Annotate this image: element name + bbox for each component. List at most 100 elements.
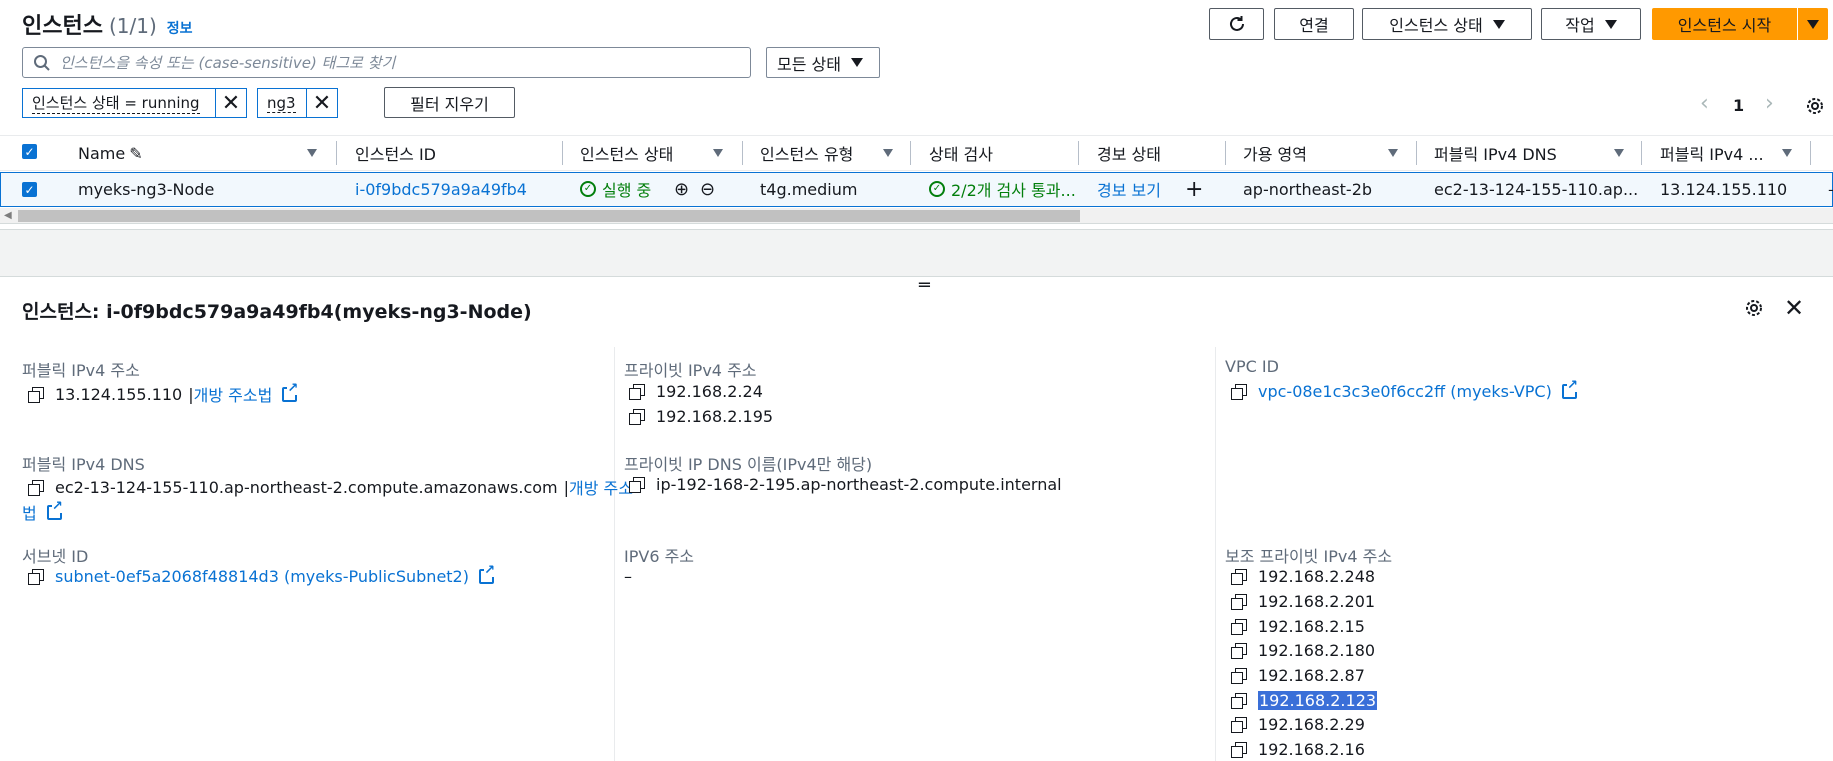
copy-icon[interactable] — [1231, 594, 1247, 610]
close-icon[interactable]: ✕ — [307, 89, 337, 117]
subnet-link[interactable]: subnet-0ef5a2068f48814d3 (myeks-PublicSu… — [55, 567, 469, 586]
filter-chip-label[interactable]: ng3 — [258, 89, 307, 117]
gear-icon[interactable] — [1806, 97, 1824, 115]
info-link[interactable]: 정보 — [167, 18, 193, 38]
cell-alarm-link[interactable]: 경보 보기 — [1097, 175, 1161, 203]
vpc-value: vpc-08e1c3c3e0f6cc2ff (myeks-VPC) — [1231, 379, 1578, 401]
instance-state-button[interactable]: 인스턴스 상태 — [1362, 8, 1532, 40]
copy-icon[interactable] — [1231, 569, 1247, 585]
zoom-out-icon[interactable]: ⊖ — [700, 175, 715, 203]
external-link-icon[interactable] — [46, 499, 63, 520]
gear-icon[interactable] — [1745, 299, 1763, 317]
scroll-left-icon[interactable]: ◀ — [4, 210, 12, 221]
secondary-ip-value: 192.168.2.29 — [1231, 715, 1365, 734]
caret-down-icon — [1492, 19, 1505, 29]
copy-icon[interactable] — [28, 569, 44, 585]
copy-icon[interactable] — [1231, 643, 1247, 659]
filter-chip-label[interactable]: 인스턴스 상태 = running — [23, 89, 216, 117]
copy-icon[interactable] — [1231, 668, 1247, 684]
external-link-icon[interactable] — [1561, 379, 1578, 399]
column-header-instance-type[interactable]: 인스턴스 유형 — [760, 136, 853, 170]
horizontal-scrollbar[interactable]: ◀ — [0, 208, 1833, 224]
secondary-ip-value: 192.168.2.248 — [1231, 567, 1375, 586]
scrollbar-thumb[interactable] — [18, 210, 1080, 222]
private-ip-value: 192.168.2.24 — [629, 382, 763, 401]
copy-icon[interactable] — [28, 386, 44, 403]
instance-count: (1/1) — [108, 14, 157, 38]
copy-icon[interactable] — [629, 477, 645, 493]
secondary-ip-value: 192.168.2.201 — [1231, 592, 1375, 611]
close-icon[interactable]: ✕ — [216, 89, 246, 117]
connect-button[interactable]: 연결 — [1274, 8, 1354, 40]
open-address-link[interactable]: 개방 주소법 — [194, 382, 273, 406]
column-header-public-ip[interactable]: 퍼블릭 IPv4 ... — [1660, 136, 1764, 170]
column-header-name[interactable]: Name ✎ — [78, 136, 143, 170]
cell-state: ✓ 실행 중 — [580, 175, 651, 203]
copy-icon[interactable] — [1231, 742, 1247, 758]
copy-icon[interactable] — [28, 479, 44, 496]
connect-label: 연결 — [1299, 16, 1329, 35]
open-address-link-cont[interactable]: 법 — [22, 500, 37, 524]
column-header-public-dns[interactable]: 퍼블릭 IPv4 DNS — [1434, 136, 1557, 170]
column-header-instance-state[interactable]: 인스턴스 상태 — [580, 136, 673, 170]
external-link-icon[interactable] — [478, 564, 495, 584]
launch-dropdown-button[interactable] — [1798, 8, 1828, 40]
public-dns-label: 퍼블릭 IPv4 DNS — [22, 455, 145, 474]
title-text: 인스턴스 — [22, 14, 103, 39]
column-header-az[interactable]: 가용 영역 — [1243, 136, 1307, 170]
secondary-ip-value: 192.168.2.87 — [1231, 666, 1365, 685]
column-divider — [614, 347, 615, 761]
zoom-in-icon[interactable]: ⊕ — [674, 175, 689, 203]
cell-instance-id[interactable]: i-0f9bdc579a9a49fb4 — [355, 175, 527, 203]
select-all-checkbox[interactable]: ✓ — [22, 144, 37, 159]
state-filter-value: 모든 상태 — [777, 54, 841, 74]
copy-icon[interactable] — [629, 409, 645, 425]
public-dns-link-wrap: 법 — [22, 499, 63, 524]
clear-filters-button[interactable]: 필터 지우기 — [384, 87, 515, 118]
actions-label: 작업 — [1565, 16, 1595, 35]
secondary-ip-value: 192.168.2.16 — [1231, 740, 1365, 759]
private-ip-label: 프라이빗 IPv4 주소 — [624, 361, 757, 380]
next-page-icon[interactable]: › — [1765, 93, 1774, 115]
state-filter-select[interactable]: 모든 상태 — [766, 47, 880, 78]
cell-public-dns: ec2-13-124-155-110.ap... — [1434, 179, 1639, 199]
cell-az: ap-northeast-2b — [1243, 179, 1373, 199]
search-box[interactable]: 인스턴스을 속성 또는 (case-sensitive) 태그로 찾기 — [22, 47, 751, 78]
copy-icon[interactable] — [1231, 384, 1247, 400]
sort-icon[interactable] — [1614, 149, 1624, 157]
close-icon[interactable]: ✕ — [1784, 294, 1804, 322]
cell-name: myeks-ng3-Node — [78, 179, 215, 199]
refresh-icon — [1229, 16, 1244, 31]
refresh-button[interactable] — [1209, 8, 1264, 40]
resize-handle-icon[interactable]: ═ — [919, 277, 930, 295]
column-header-alarm-state[interactable]: 경보 상태 — [1097, 136, 1161, 170]
split-panel-gap — [0, 229, 1833, 277]
row-checkbox[interactable]: ✓ — [22, 182, 37, 197]
public-ip-label: 퍼블릭 IPv4 주소 — [22, 361, 140, 380]
sort-icon[interactable] — [1388, 149, 1398, 157]
copy-icon[interactable] — [1231, 693, 1247, 709]
add-alarm-icon[interactable]: + — [1185, 175, 1203, 203]
caret-down-icon — [850, 58, 863, 67]
sort-icon[interactable] — [713, 149, 723, 157]
copy-icon[interactable] — [629, 384, 645, 400]
subnet-label: 서브넷 ID — [22, 547, 89, 566]
open-address-link[interactable]: 개방 주소 — [569, 475, 633, 499]
column-header-instance-id[interactable]: 인스턴스 ID — [355, 136, 436, 170]
private-ip-value: 192.168.2.195 — [629, 407, 773, 426]
actions-button[interactable]: 작업 — [1541, 8, 1641, 40]
cell-status-check[interactable]: ✓ 2/2개 검사 통과... — [929, 175, 1081, 203]
copy-icon[interactable] — [1231, 619, 1247, 635]
column-header-status-check[interactable]: 상태 검사 — [929, 136, 993, 170]
sort-icon[interactable] — [307, 149, 317, 157]
sort-icon[interactable] — [1782, 149, 1792, 157]
prev-page-icon[interactable]: ‹ — [1700, 93, 1709, 115]
launch-label: 인스턴스 시작 — [1677, 16, 1772, 35]
launch-instance-button[interactable]: 인스턴스 시작 — [1652, 8, 1797, 40]
external-link-icon[interactable] — [282, 381, 299, 402]
vpc-link[interactable]: vpc-08e1c3c3e0f6cc2ff (myeks-VPC) — [1258, 382, 1552, 401]
cell-dash: – — [1828, 175, 1833, 203]
copy-icon[interactable] — [1231, 717, 1247, 733]
page-number[interactable]: 1 — [1733, 96, 1744, 115]
sort-icon[interactable] — [883, 149, 893, 157]
